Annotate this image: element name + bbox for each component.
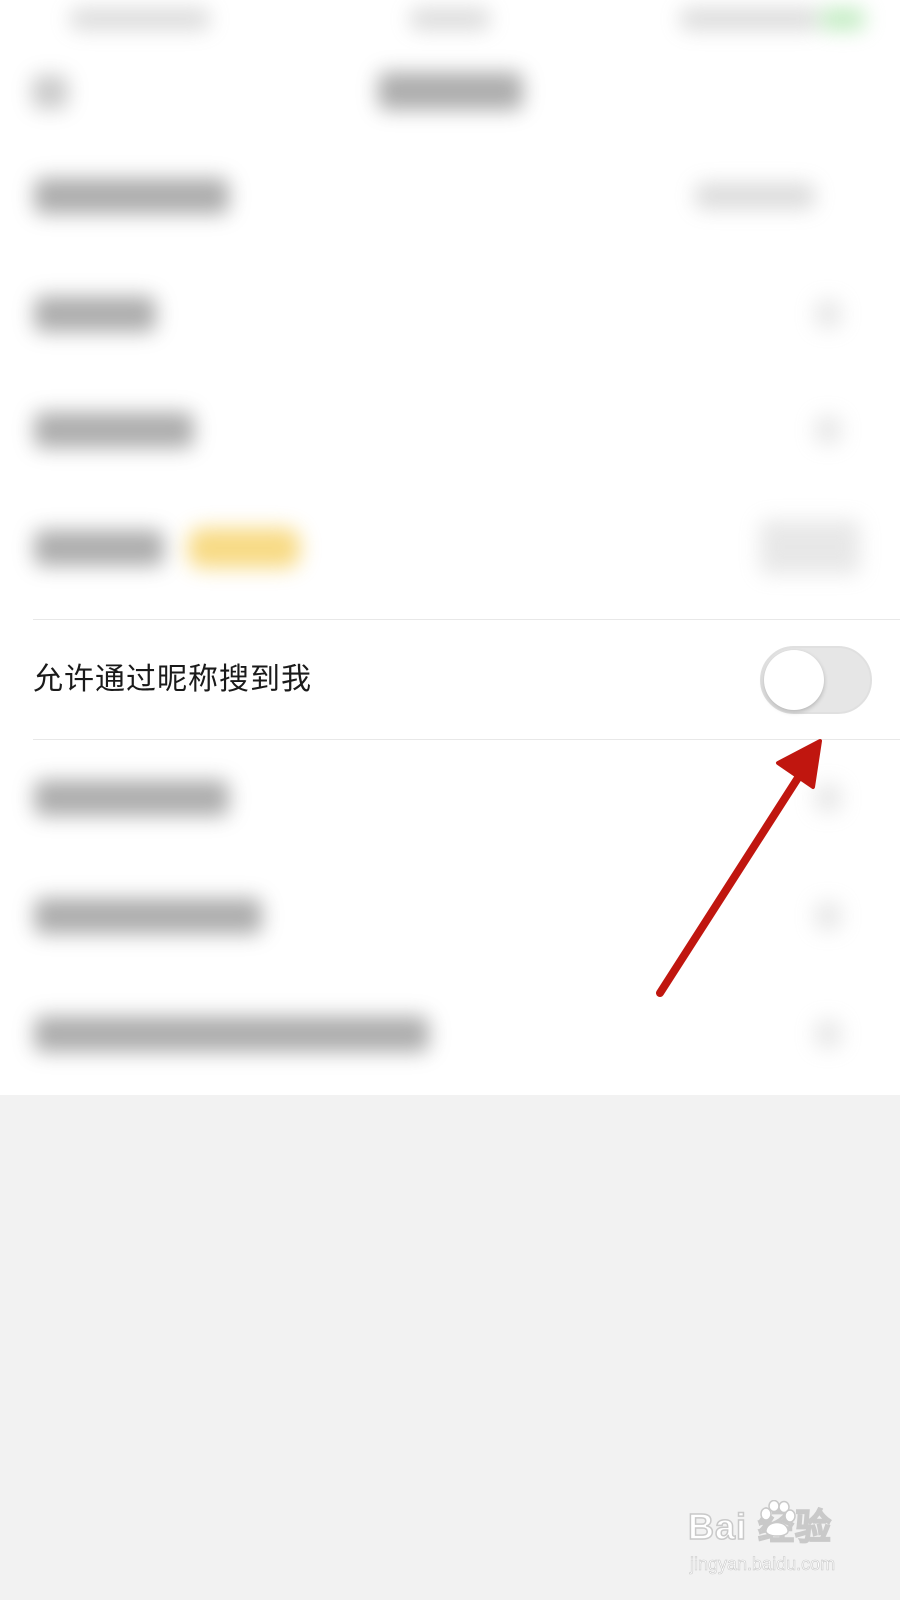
setting-row-3-label[interactable]	[34, 412, 194, 448]
setting-row-7-label[interactable]	[34, 898, 262, 934]
row-divider-bottom	[33, 739, 900, 740]
search-by-nickname-toggle[interactable]	[760, 646, 872, 714]
paw-logo-icon	[760, 1500, 796, 1537]
setting-row-8-label[interactable]	[34, 1016, 429, 1052]
setting-row-4-toggle[interactable]	[760, 520, 860, 574]
page-title	[378, 72, 523, 110]
toggle-knob	[764, 650, 824, 710]
setting-row-6-chevron-icon	[815, 784, 841, 812]
setting-row-8-chevron-icon	[815, 1020, 841, 1048]
setting-row-1-label[interactable]	[34, 178, 229, 214]
settings-list: 允许通过昵称搜到我	[0, 0, 900, 1095]
setting-row-2-label[interactable]	[34, 296, 156, 332]
setting-row-4-label[interactable]	[34, 530, 164, 566]
setting-row-6-label[interactable]	[34, 780, 229, 816]
back-icon[interactable]	[32, 75, 68, 109]
status-bar-icons	[680, 8, 820, 30]
baidu-jingyan-watermark: Bai 经验 jingyan.baidu.com	[687, 1498, 878, 1584]
setting-row-1-value	[695, 183, 815, 209]
setting-row-2-chevron-icon	[815, 300, 841, 328]
setting-row-3-chevron-icon	[815, 416, 841, 444]
setting-label-search-by-nickname: 允许通过昵称搜到我	[33, 662, 312, 697]
status-bar-carrier	[410, 8, 490, 30]
watermark-url: jingyan.baidu.com	[690, 1554, 836, 1575]
status-bar-time	[70, 8, 210, 30]
battery-icon	[820, 8, 865, 30]
screen: 允许通过昵称搜到我 Bai 经验 jingyan.baidu.com	[0, 0, 900, 1600]
setting-row-search-by-nickname: 允许通过昵称搜到我	[0, 620, 900, 740]
setting-row-7-chevron-icon	[815, 902, 841, 930]
setting-row-4-badge	[188, 528, 300, 568]
